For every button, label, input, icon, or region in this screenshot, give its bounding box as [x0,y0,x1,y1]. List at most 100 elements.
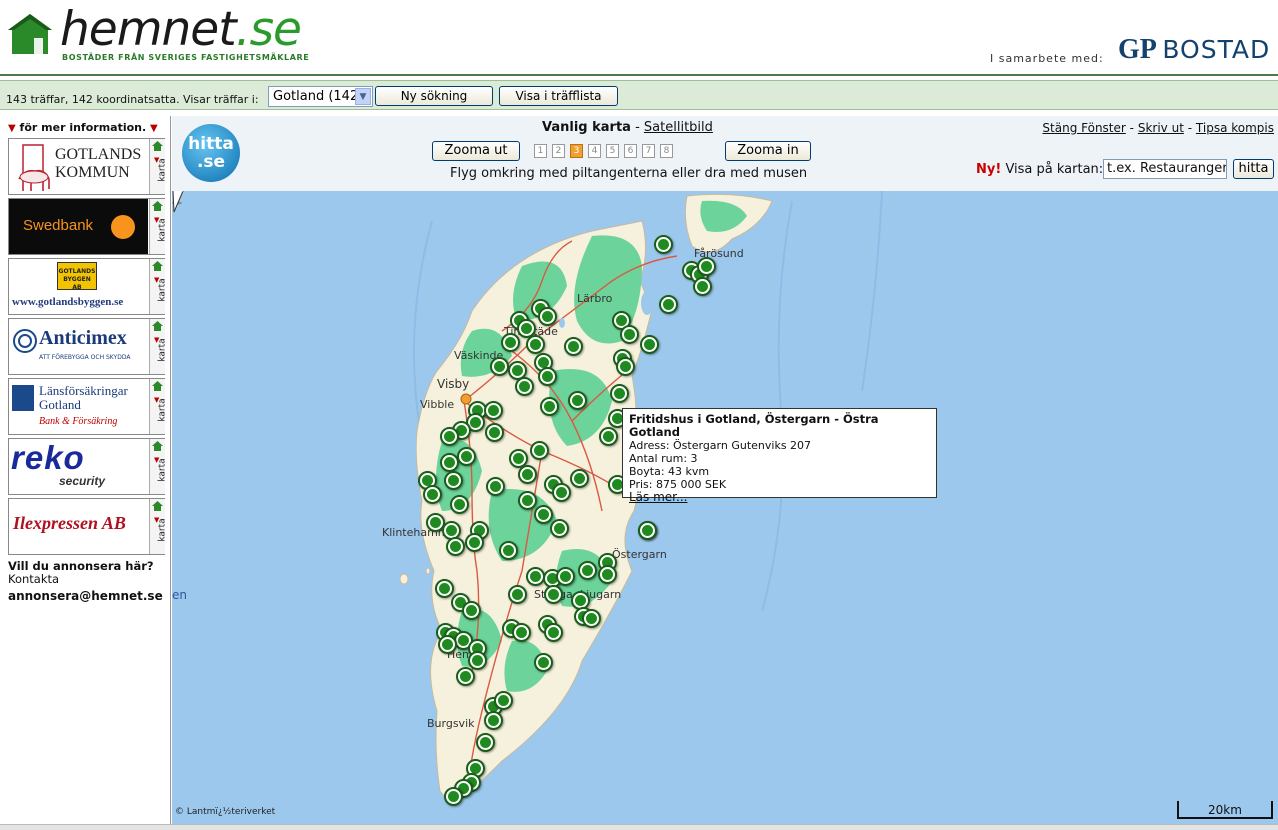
zoom-in-button[interactable]: Zooma in [725,141,811,161]
listing-marker[interactable] [484,401,503,420]
listing-marker[interactable] [599,427,618,446]
home-icon[interactable] [152,501,163,511]
ad-banner[interactable]: GOTLANDS BYGGEN AB www.gotlandsbyggen.se [9,259,148,314]
listing-marker[interactable] [697,257,716,276]
listing-marker[interactable] [450,495,469,514]
listing-marker[interactable] [485,423,504,442]
home-icon[interactable] [152,141,163,151]
zoom-level-2[interactable]: 2 [552,144,565,158]
advertise-email-link[interactable]: annonsera@hemnet.se [8,589,163,603]
listing-marker[interactable] [538,307,557,326]
listing-marker[interactable] [598,565,617,584]
listing-marker[interactable] [654,235,673,254]
ad-banner[interactable]: Ilexpressen AB [9,499,148,554]
home-icon[interactable] [152,441,163,451]
listing-marker[interactable] [640,335,659,354]
tip-friend-link[interactable]: Tipsa kompis [1196,121,1274,135]
map-link[interactable]: karta [158,518,168,541]
listing-marker[interactable] [515,377,534,396]
listing-marker[interactable] [568,391,587,410]
listing-marker[interactable] [444,787,463,806]
ad-banner[interactable]: GOTLANDS KOMMUN [9,139,148,194]
poi-search-input[interactable]: t.ex. Restauranger [1103,159,1227,179]
listing-marker[interactable] [582,609,601,628]
hitta-logo[interactable]: hitta .se [182,124,240,182]
ad-lansforsakringar[interactable]: Länsförsäkringar Gotland Bank & Försäkri… [8,378,168,435]
listing-marker[interactable] [518,491,537,510]
hemnet-logo[interactable]: hemnet.se [60,2,302,57]
zoom-level-3[interactable]: 3 [570,144,583,158]
listing-marker[interactable] [570,469,589,488]
listing-marker[interactable] [476,733,495,752]
map-link[interactable]: karta [158,218,168,241]
listing-marker[interactable] [544,623,563,642]
zoom-level-7[interactable]: 7 [642,144,655,158]
ad-swedbank[interactable]: Swedbank ▼ karta [8,198,168,255]
ad-banner[interactable]: Länsförsäkringar Gotland Bank & Försäkri… [9,379,148,434]
listing-marker[interactable] [550,519,569,538]
listing-marker[interactable] [659,295,678,314]
map-type-satellite-link[interactable]: Satellitbild [644,120,713,135]
listing-marker[interactable] [423,485,442,504]
home-icon[interactable] [152,321,163,331]
ad-gotlandsbyggen[interactable]: GOTLANDS BYGGEN AB www.gotlandsbyggen.se… [8,258,168,315]
show-list-button[interactable]: Visa i träfflista [499,86,618,106]
listing-marker[interactable] [693,277,712,296]
zoom-level-1[interactable]: 1 [534,144,547,158]
listing-marker[interactable] [534,505,553,524]
map-canvas[interactable]: Fårösund Lärbro Tingstäde Väskinde Visby… [172,191,1278,824]
ad-anticimex[interactable]: Anticimex ATT FÖREBYGGA OCH SKYDDA ▼ kar… [8,318,168,375]
listing-marker[interactable] [501,333,520,352]
listing-marker[interactable] [490,357,509,376]
listing-marker[interactable] [530,441,549,460]
chevron-down-icon[interactable]: ▼ [355,88,371,105]
read-more-link[interactable]: Läs mer... [629,491,930,504]
listing-marker[interactable] [468,651,487,670]
listing-marker[interactable] [544,585,563,604]
listing-marker[interactable] [564,337,583,356]
listing-marker[interactable] [486,477,505,496]
listing-marker[interactable] [616,357,635,376]
ad-banner[interactable]: Swedbank [9,199,148,254]
listing-marker[interactable] [512,623,531,642]
home-icon[interactable] [152,381,163,391]
listing-marker[interactable] [484,711,503,730]
selected-listing-marker[interactable] [638,521,657,540]
map-link[interactable]: karta [158,278,168,301]
zoom-level-8[interactable]: 8 [660,144,673,158]
ad-gotlands-kommun[interactable]: GOTLANDS KOMMUN ▼ karta [8,138,168,195]
listing-marker[interactable] [435,579,454,598]
listing-marker[interactable] [620,325,639,344]
listing-marker[interactable] [444,471,463,490]
ad-banner[interactable]: reko security [9,439,148,494]
listing-marker[interactable] [462,601,481,620]
listing-marker[interactable] [552,483,571,502]
ad-ilexpressen[interactable]: Ilexpressen AB ▼ karta [8,498,168,555]
zoom-out-button[interactable]: Zooma ut [432,141,520,161]
ad-reko-security[interactable]: reko security ▼ karta [8,438,168,495]
listing-marker[interactable] [456,667,475,686]
home-icon[interactable] [152,201,163,211]
listing-marker[interactable] [494,691,513,710]
home-icon[interactable] [152,261,163,271]
map-link[interactable]: karta [158,158,168,181]
listing-marker[interactable] [518,465,537,484]
listing-marker[interactable] [446,537,465,556]
listing-marker[interactable] [457,447,476,466]
gp-bostad-logo[interactable]: GP BOSTAD [1118,34,1270,66]
area-select[interactable]: Gotland (142) ▼ [268,86,373,107]
listing-marker[interactable] [508,585,527,604]
listing-marker[interactable] [578,561,597,580]
listing-marker[interactable] [440,427,459,446]
listing-marker[interactable] [556,567,575,586]
listing-marker[interactable] [610,384,629,403]
new-search-button[interactable]: Ny sökning [375,86,493,106]
map-link[interactable]: karta [158,458,168,481]
close-window-link[interactable]: Stäng Fönster [1042,121,1125,135]
listing-marker[interactable] [540,397,559,416]
listing-marker[interactable] [526,335,545,354]
map-link[interactable]: karta [158,398,168,421]
listing-marker[interactable] [438,635,457,654]
zoom-level-6[interactable]: 6 [624,144,637,158]
zoom-level-4[interactable]: 4 [588,144,601,158]
